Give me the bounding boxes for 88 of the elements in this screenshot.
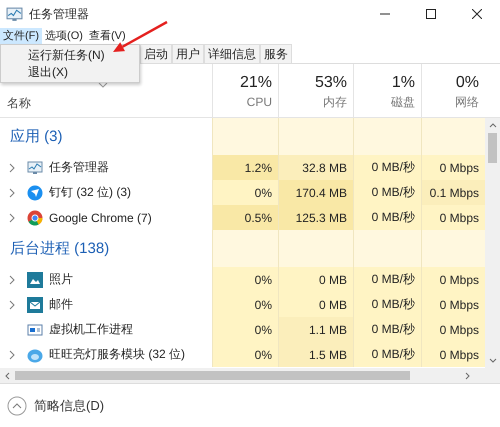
column-percent: 0% bbox=[456, 72, 479, 92]
column-header[interactable]: CPU bbox=[246, 94, 272, 110]
table-cell: 1.5 MB bbox=[278, 342, 353, 367]
menu-item[interactable]: 查看(V) bbox=[86, 28, 129, 44]
tab[interactable]: 启动 bbox=[140, 44, 172, 63]
table-cell: 0 Mbps bbox=[421, 205, 485, 230]
close-icon[interactable] bbox=[472, 9, 482, 19]
menu-item[interactable]: 文件(F) bbox=[0, 28, 42, 44]
column-percent: 53% bbox=[314, 72, 347, 92]
process-name[interactable]: 邮件 bbox=[49, 296, 73, 313]
table-cell: 0 MB/秒 bbox=[353, 205, 421, 230]
monitor-icon bbox=[6, 6, 23, 22]
window-icon bbox=[27, 322, 43, 338]
sort-chevron-icon[interactable] bbox=[98, 82, 108, 88]
table-cell: 0 MB bbox=[278, 292, 353, 317]
expand-chevron-icon[interactable] bbox=[9, 274, 15, 284]
expand-chevron-icon[interactable] bbox=[9, 212, 15, 222]
table-cell bbox=[212, 230, 278, 267]
process-name[interactable]: 虚拟机工作进程 bbox=[49, 321, 133, 338]
table-cell: 0% bbox=[212, 317, 278, 342]
column-header[interactable]: 网络 bbox=[455, 94, 479, 110]
table-cell bbox=[353, 118, 421, 155]
scroll-up-icon[interactable] bbox=[488, 123, 496, 128]
table-cell: 0 MB/秒 bbox=[353, 342, 421, 367]
maximize-icon[interactable] bbox=[426, 9, 436, 19]
window-title: 任务管理器 bbox=[29, 6, 89, 22]
expand-chevron-icon[interactable] bbox=[9, 350, 15, 360]
process-name[interactable]: 照片 bbox=[49, 271, 73, 288]
column-header[interactable]: 名称 bbox=[7, 95, 31, 112]
monitor-icon bbox=[27, 160, 43, 176]
table-cell bbox=[421, 118, 485, 155]
table-cell: 1.2% bbox=[212, 155, 278, 180]
table-cell: 0% bbox=[212, 292, 278, 317]
table-cell: 0 Mbps bbox=[421, 155, 485, 180]
table-cell: 0 Mbps bbox=[421, 267, 485, 292]
table-cell: 0.1 Mbps bbox=[421, 180, 485, 205]
scroll-down-icon[interactable] bbox=[488, 358, 496, 363]
table-cell bbox=[421, 230, 485, 267]
table-cell: 0 MB/秒 bbox=[353, 267, 421, 292]
photo-icon bbox=[27, 272, 43, 288]
process-name[interactable]: Google Chrome (7) bbox=[49, 210, 152, 224]
envelope-icon bbox=[27, 296, 43, 312]
table-cell: 0% bbox=[212, 267, 278, 292]
process-name[interactable]: 旺旺亮灯服务模块 (32 位) bbox=[49, 346, 186, 363]
tab[interactable]: 服务 bbox=[260, 44, 292, 63]
menu-item[interactable]: 选项(O) bbox=[42, 28, 86, 44]
process-name[interactable]: 钉钉 (32 位) (3) bbox=[49, 184, 132, 201]
table-cell bbox=[353, 230, 421, 267]
expand-chevron-icon[interactable] bbox=[9, 300, 15, 310]
blob-icon bbox=[27, 346, 43, 362]
table-cell: 0% bbox=[212, 342, 278, 367]
table-cell: 0 MB/秒 bbox=[353, 317, 421, 342]
table-cell: 170.4 MB bbox=[278, 180, 353, 205]
table-cell: 0 Mbps bbox=[421, 292, 485, 317]
horizontal-scrollbar[interactable] bbox=[0, 368, 500, 384]
process-name[interactable]: 任务管理器 bbox=[49, 159, 109, 176]
scroll-right-icon[interactable] bbox=[465, 372, 470, 380]
group-heading: 后台进程 (138) bbox=[10, 239, 110, 258]
column-percent: 1% bbox=[392, 72, 415, 92]
collapse-icon[interactable] bbox=[7, 396, 27, 416]
table-cell: 0 Mbps bbox=[421, 342, 485, 367]
tab[interactable]: 用户 bbox=[172, 44, 204, 63]
table-cell: 0 MB/秒 bbox=[353, 155, 421, 180]
column-percent: 21% bbox=[240, 72, 272, 92]
tab[interactable]: 详细信息 bbox=[204, 44, 260, 63]
menu-item[interactable]: 运行新任务(N) bbox=[28, 47, 139, 64]
table-cell: 0% bbox=[212, 180, 278, 205]
chrome-icon bbox=[27, 210, 43, 226]
column-header[interactable]: 内存 bbox=[323, 94, 347, 110]
table-cell: 1.1 MB bbox=[278, 317, 353, 342]
table-cell: 0 MB/秒 bbox=[353, 292, 421, 317]
table-cell bbox=[212, 118, 278, 155]
menu-item[interactable]: 退出(X) bbox=[28, 64, 139, 81]
expand-chevron-icon[interactable] bbox=[9, 188, 15, 198]
table-cell: 0 Mbps bbox=[421, 317, 485, 342]
fewer-details-link[interactable]: 简略信息(D) bbox=[34, 397, 104, 415]
scroll-thumb[interactable] bbox=[488, 133, 497, 163]
table-cell: 0 MB bbox=[278, 267, 353, 292]
vertical-scrollbar[interactable] bbox=[485, 118, 500, 368]
table-cell: 0 MB/秒 bbox=[353, 180, 421, 205]
paper-plane-icon bbox=[27, 184, 43, 200]
scroll-left-icon[interactable] bbox=[5, 372, 10, 380]
group-heading: 应用 (3) bbox=[10, 127, 62, 146]
table-cell: 32.8 MB bbox=[278, 155, 353, 180]
column-header[interactable]: 磁盘 bbox=[391, 94, 415, 110]
expand-chevron-icon[interactable] bbox=[9, 162, 15, 172]
table-cell: 0.5% bbox=[212, 205, 278, 230]
table-cell: 125.3 MB bbox=[278, 205, 353, 230]
